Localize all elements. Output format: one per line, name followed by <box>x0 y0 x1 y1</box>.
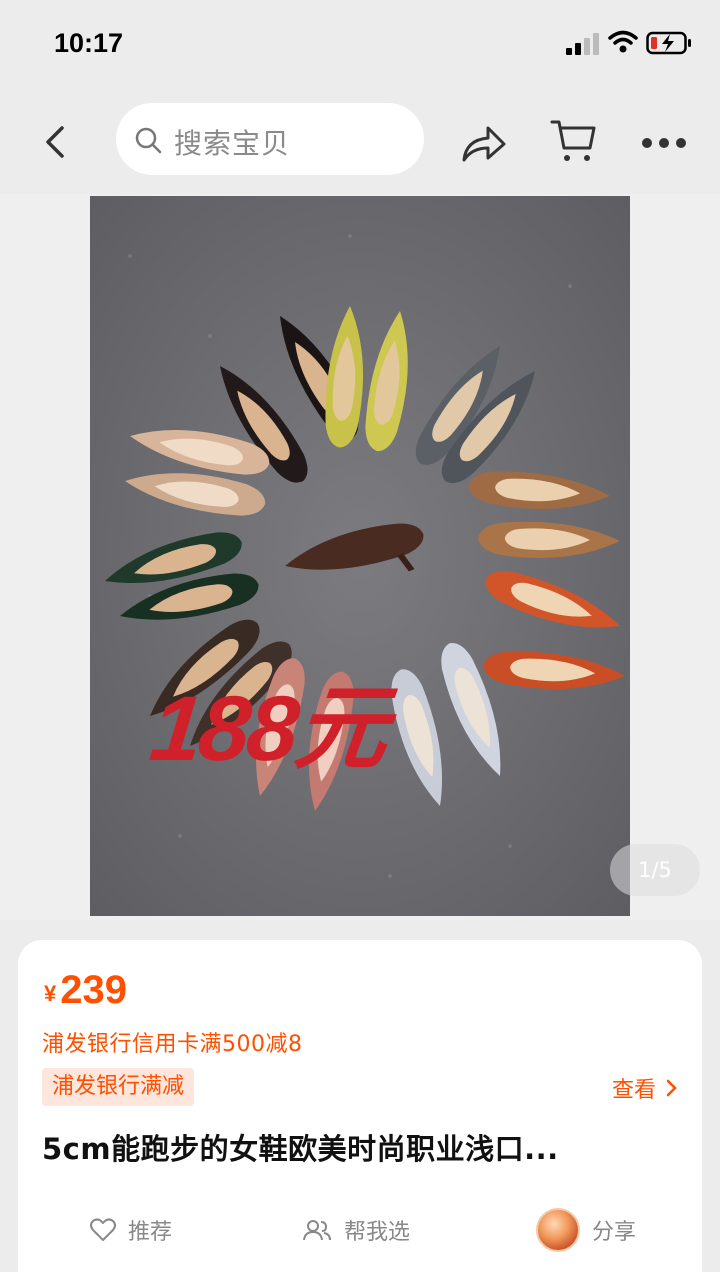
help-choose-label: 帮我选 <box>344 1220 411 1245</box>
recommend-label: 推荐 <box>128 1220 173 1245</box>
status-time: 10:17 <box>54 28 124 58</box>
avatar <box>536 1208 580 1252</box>
help-choose-button[interactable]: 帮我选 <box>302 1202 410 1258</box>
nav-bar: 搜索宝贝 <box>0 92 720 192</box>
cellular-signal-icon <box>566 33 599 55</box>
search-placeholder: 搜索宝贝 <box>174 127 291 160</box>
wifi-icon <box>608 30 638 53</box>
promo-text: 浦发银行信用卡满500减8 <box>42 1032 303 1057</box>
page-indicator: 1/5 <box>610 844 700 896</box>
heart-icon <box>90 1218 116 1241</box>
share-label: 分享 <box>592 1220 637 1245</box>
share-button[interactable]: 分享 <box>536 1202 636 1258</box>
chevron-right-icon <box>666 1078 678 1103</box>
recommend-button[interactable]: 推荐 <box>90 1202 172 1258</box>
promo-tag[interactable]: 浦发银行满减 <box>42 1068 195 1106</box>
battery-low-charging-icon <box>646 31 691 55</box>
price-value: 239 <box>60 968 127 1012</box>
more-icon[interactable] <box>641 137 687 149</box>
price: ¥239 <box>44 968 127 1013</box>
search-icon <box>135 127 162 154</box>
cart-icon[interactable] <box>550 118 598 164</box>
search-input[interactable]: 搜索宝贝 <box>116 103 424 175</box>
share-icon[interactable] <box>460 124 508 164</box>
action-bar: 推荐 帮我选 分享 <box>18 1202 702 1258</box>
price-currency-symbol: ¥ <box>44 981 57 1006</box>
product-gallery[interactable]: 188元 1/5 <box>0 194 720 920</box>
product-photo[interactable]: 188元 <box>90 196 630 916</box>
status-bar: 10:17 <box>0 0 720 90</box>
back-icon[interactable] <box>40 122 72 162</box>
shoes-circle-illustration <box>99 234 627 878</box>
view-link-label: 查看 <box>611 1078 656 1103</box>
people-icon <box>303 1220 331 1241</box>
product-info-card: ¥239 浦发银行信用卡满500减8 浦发银行满减 查看 5cm能跑步的女鞋欧美… <box>18 940 702 1272</box>
view-promo-link[interactable]: 查看 <box>612 1072 678 1104</box>
overlay-price-text: 188元 <box>145 678 390 780</box>
product-title[interactable]: 5cm能跑步的女鞋欧美时尚职业浅口... <box>42 1126 682 1168</box>
